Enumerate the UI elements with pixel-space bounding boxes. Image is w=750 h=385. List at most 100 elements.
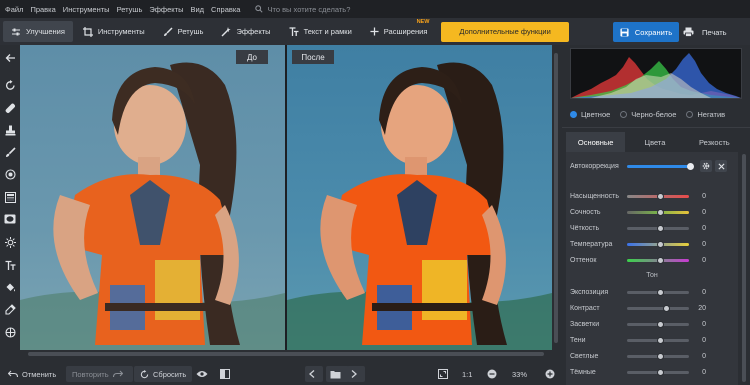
fit-screen-button[interactable] bbox=[438, 366, 452, 382]
redo-button[interactable]: Повторить bbox=[66, 366, 133, 382]
menu-retouch[interactable]: Ретушь bbox=[117, 5, 143, 14]
slider-knob[interactable] bbox=[657, 288, 664, 296]
mode-bw[interactable]: Черно-белое bbox=[620, 110, 676, 119]
print-label: Печать bbox=[702, 27, 727, 37]
print-button[interactable]: Печать bbox=[683, 22, 727, 42]
divider bbox=[562, 127, 750, 128]
scrollbar-thumb[interactable] bbox=[28, 352, 544, 356]
tab-tools[interactable]: Инструменты bbox=[75, 21, 153, 42]
actual-size-button[interactable]: 1:1 bbox=[462, 366, 472, 382]
next-image-button[interactable] bbox=[347, 366, 365, 382]
bandage-icon[interactable] bbox=[4, 102, 16, 114]
tab-extensions[interactable]: Расширения NEW bbox=[362, 19, 436, 42]
chevron-left-icon bbox=[309, 370, 315, 378]
brush-tool-icon[interactable] bbox=[4, 146, 16, 158]
stamp-icon[interactable] bbox=[4, 124, 16, 136]
slider-track[interactable] bbox=[627, 306, 689, 310]
back-arrow-icon[interactable] bbox=[4, 52, 16, 64]
menu-view[interactable]: Вид bbox=[190, 5, 204, 14]
tab-text-frames[interactable]: Текст и рамки bbox=[281, 21, 360, 42]
slider-knob[interactable] bbox=[657, 224, 664, 232]
image-canvas[interactable]: До После bbox=[20, 45, 552, 350]
slider-knob[interactable] bbox=[663, 304, 670, 312]
zoom-level[interactable]: 33% bbox=[512, 366, 527, 382]
tab-label: Эффекты bbox=[236, 27, 271, 36]
slider-label: Засветки bbox=[570, 320, 600, 328]
tab-sharpness[interactable]: Резкость bbox=[684, 132, 744, 152]
reset-button[interactable]: Сбросить bbox=[134, 366, 193, 382]
gear-icon bbox=[702, 162, 710, 170]
tab-enhancements[interactable]: Улучшения bbox=[3, 21, 73, 42]
target-icon[interactable] bbox=[4, 326, 16, 338]
slider-knob[interactable] bbox=[657, 352, 664, 360]
slider-knob[interactable] bbox=[657, 208, 664, 216]
slider-knob[interactable] bbox=[657, 240, 664, 248]
slider-label: Сочность bbox=[570, 208, 601, 216]
slider-knob[interactable] bbox=[657, 368, 664, 376]
menu-file[interactable]: Файл bbox=[5, 5, 23, 14]
menu-help[interactable]: Справка bbox=[211, 5, 240, 14]
eye-icon bbox=[196, 371, 208, 377]
slider-saturation: Насыщенность 0 bbox=[570, 190, 734, 202]
open-folder-button[interactable] bbox=[326, 366, 349, 382]
scrollbar-thumb[interactable] bbox=[554, 53, 558, 343]
tab-retouch[interactable]: Ретушь bbox=[155, 21, 212, 42]
autocorrect-slider[interactable] bbox=[627, 164, 691, 168]
vignette-icon[interactable] bbox=[4, 213, 16, 225]
tab-basic[interactable]: Основные bbox=[566, 132, 626, 152]
slider-knob[interactable] bbox=[657, 320, 664, 328]
autocorrect-knob[interactable] bbox=[687, 162, 694, 170]
slider-value: 0 bbox=[702, 352, 706, 360]
menu-effects[interactable]: Эффекты bbox=[149, 5, 183, 14]
color-picker-icon[interactable] bbox=[4, 303, 16, 315]
text-tool-icon[interactable] bbox=[4, 259, 16, 271]
vertical-scrollbar[interactable] bbox=[552, 45, 560, 350]
tab-colors[interactable]: Цвета bbox=[625, 132, 685, 152]
compare-button[interactable] bbox=[220, 366, 234, 382]
slider-knob[interactable] bbox=[657, 256, 664, 264]
paint-bucket-icon[interactable] bbox=[4, 281, 16, 293]
tone-section-title: Тон bbox=[646, 272, 658, 279]
slider-value: 20 bbox=[698, 304, 706, 312]
after-label: После bbox=[292, 50, 334, 64]
prev-image-button[interactable] bbox=[305, 366, 323, 382]
light-icon[interactable] bbox=[4, 236, 16, 248]
adjustments-list: Автокоррекция Насыщенность 0 Сочность 0 … bbox=[566, 152, 738, 385]
extra-features-button[interactable]: Дополнительные функции bbox=[441, 21, 569, 42]
radio[interactable] bbox=[686, 110, 694, 118]
gradient-filter-icon[interactable] bbox=[4, 191, 16, 203]
close-button[interactable] bbox=[715, 160, 727, 172]
settings-button[interactable] bbox=[700, 160, 712, 172]
slider-knob[interactable] bbox=[657, 192, 664, 200]
slider-knob[interactable] bbox=[657, 336, 664, 344]
search-box[interactable]: Что вы хотите сделать? bbox=[255, 5, 350, 14]
autocorrect-label: Автокоррекция bbox=[570, 162, 619, 170]
menu-edit[interactable]: Правка bbox=[30, 5, 55, 14]
slider-clarity: Чёткость 0 bbox=[570, 222, 734, 234]
mode-negative[interactable]: Негатив bbox=[686, 110, 725, 119]
left-tool-strip bbox=[0, 45, 20, 363]
radio[interactable] bbox=[620, 110, 628, 118]
scrollbar-thumb[interactable] bbox=[742, 154, 746, 382]
adjustments-panel: Цветное Черно-белое Негатив Основные Цве… bbox=[562, 45, 750, 385]
menu-tools[interactable]: Инструменты bbox=[63, 5, 110, 14]
horizontal-scrollbar[interactable] bbox=[20, 350, 552, 358]
text-icon bbox=[289, 26, 299, 36]
crop-icon bbox=[82, 26, 93, 37]
before-image bbox=[20, 45, 285, 350]
undo-button[interactable]: Отменить bbox=[8, 366, 56, 382]
after-image bbox=[287, 45, 552, 350]
panel-scrollbar[interactable] bbox=[740, 152, 748, 385]
mode-color[interactable]: Цветное bbox=[570, 110, 610, 119]
save-button[interactable]: Сохранить bbox=[613, 22, 679, 42]
zoom-in-button[interactable] bbox=[545, 366, 559, 382]
rotate-icon[interactable] bbox=[4, 79, 16, 91]
radial-filter-icon[interactable] bbox=[4, 168, 16, 180]
new-badge: NEW bbox=[416, 19, 430, 25]
slider-exposure: Экспозиция 0 bbox=[570, 286, 734, 298]
tab-effects[interactable]: Эффекты bbox=[213, 21, 278, 42]
reset-label: Сбросить bbox=[153, 369, 187, 379]
zoom-out-button[interactable] bbox=[487, 366, 501, 382]
radio-selected[interactable] bbox=[570, 110, 577, 118]
preview-eye-button[interactable] bbox=[196, 366, 212, 382]
